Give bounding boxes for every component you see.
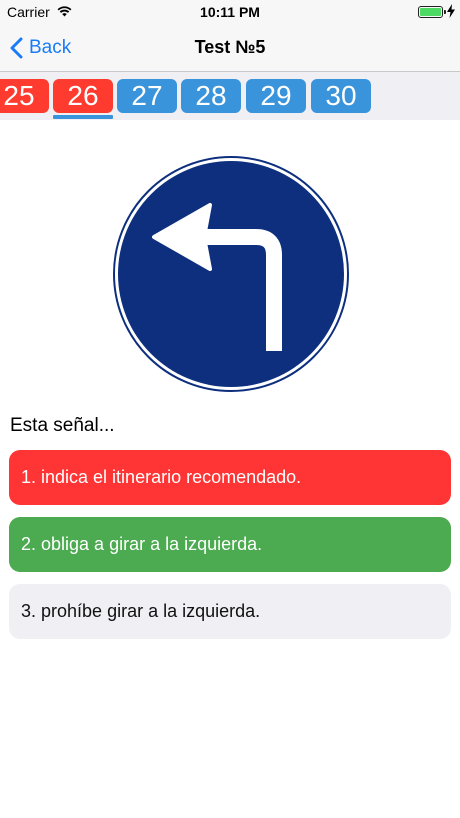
back-label: Back xyxy=(29,37,72,58)
answer-option-3[interactable]: 3. prohíbe girar a la izquierda. xyxy=(9,584,451,639)
question-tab-25[interactable]: 25 xyxy=(0,79,49,113)
question-tab-26[interactable]: 26 xyxy=(53,79,113,113)
answer-option-2[interactable]: 2. obliga a girar a la izquierda. xyxy=(9,517,451,572)
chevron-left-icon xyxy=(10,37,23,59)
question-tab-27[interactable]: 27 xyxy=(117,79,177,113)
question-tab-29[interactable]: 29 xyxy=(246,79,306,113)
question-number-strip[interactable]: 25 26 27 28 29 30 xyxy=(0,72,460,120)
question-text: Esta señal... xyxy=(10,415,115,436)
answer-label-2: 2. obliga a girar a la izquierda. xyxy=(21,534,263,554)
battery-icon xyxy=(418,6,443,18)
turn-left-arrow-icon xyxy=(113,156,349,392)
selected-tab-indicator xyxy=(53,115,113,119)
charging-bolt-icon xyxy=(447,4,455,18)
question-tab-28[interactable]: 28 xyxy=(181,79,241,113)
clock: 10:11 PM xyxy=(200,4,260,20)
answer-label-3: 3. prohíbe girar a la izquierda. xyxy=(21,601,261,621)
battery-fill xyxy=(420,8,441,16)
navigation-bar: Back Test №5 xyxy=(0,24,460,72)
answer-option-1[interactable]: 1. indica el itinerario recomendado. xyxy=(9,450,451,505)
question-tab-30[interactable]: 30 xyxy=(311,79,371,113)
battery-tip xyxy=(444,10,446,14)
answer-label-1: 1. indica el itinerario recomendado. xyxy=(21,467,302,487)
status-bar: Carrier 10:11 PM xyxy=(0,0,460,24)
back-button[interactable]: Back xyxy=(10,34,71,62)
